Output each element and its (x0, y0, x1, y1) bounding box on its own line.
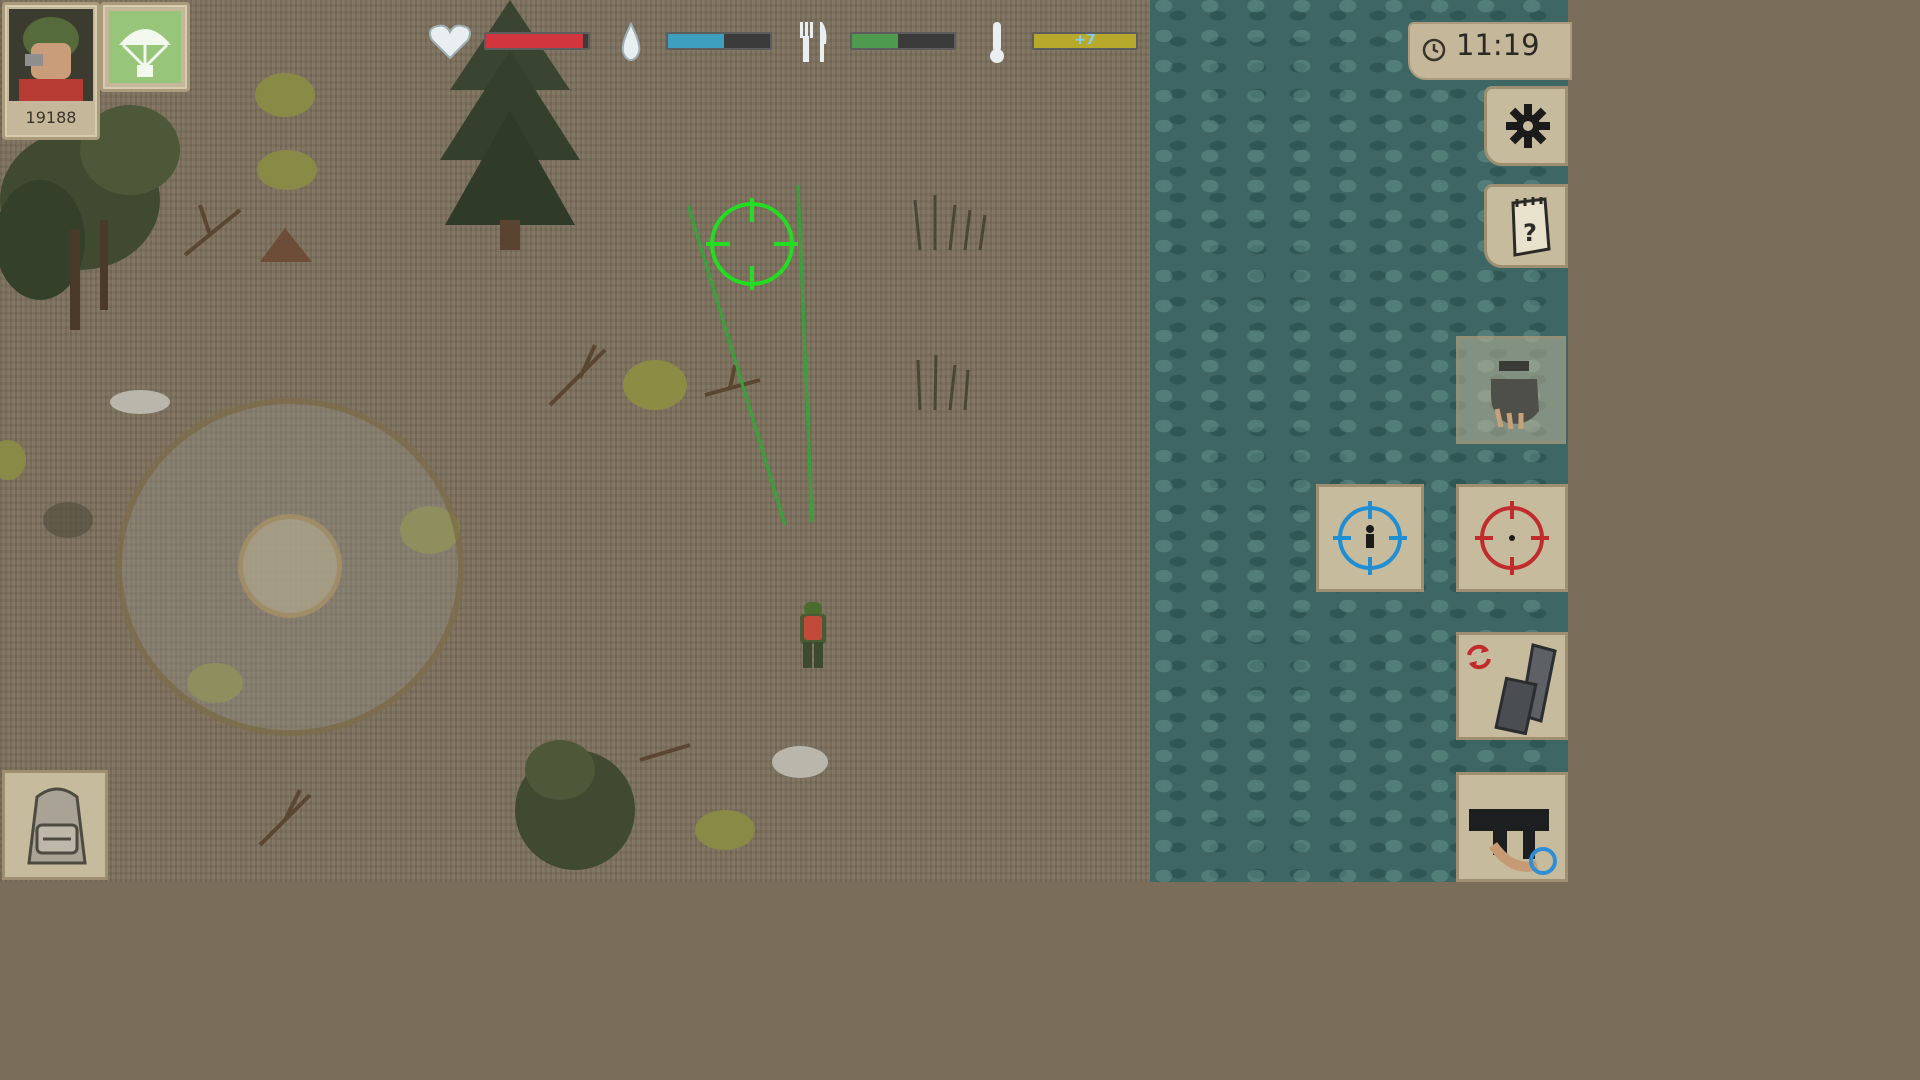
reload-button[interactable] (1456, 632, 1568, 740)
clock-icon (1422, 38, 1446, 62)
movement-joystick[interactable] (116, 398, 464, 736)
switch-weapon-button[interactable] (1456, 772, 1568, 882)
health-bar (484, 32, 590, 50)
aim-line-left (686, 204, 787, 526)
clock-time: 11:19 (1456, 28, 1540, 62)
settings-button[interactable] (1484, 86, 1568, 166)
aim-self-button[interactable] (1316, 484, 1424, 592)
temperature-bar: +7 (1032, 32, 1138, 50)
aim-line-right (796, 184, 814, 523)
reload-icon (1465, 643, 1493, 671)
backpack-button[interactable] (2, 770, 108, 880)
thirst-bar-fill (668, 34, 725, 48)
fork-knife-icon (796, 20, 832, 64)
avatar (9, 9, 93, 101)
player-score: 19188 (25, 108, 77, 127)
hand-icon (1481, 355, 1547, 431)
quests-button[interactable]: ? (1484, 184, 1568, 268)
health-bar-fill (486, 34, 583, 48)
rifle-switch-icon (1463, 785, 1563, 879)
parachute-icon (109, 11, 181, 83)
reload-weapon-icon (1493, 641, 1563, 736)
red-crosshair-icon (1473, 499, 1551, 577)
supply-drop-button[interactable] (100, 2, 190, 92)
blue-crosshair-icon (1331, 499, 1409, 577)
player-character (796, 602, 830, 670)
backpack-icon (19, 781, 95, 871)
temperature-value: +7 (1074, 32, 1096, 48)
svg-text:?: ? (1523, 219, 1537, 247)
gear-icon (1503, 101, 1553, 151)
clock-panel: 11:19 (1408, 22, 1572, 80)
interact-button[interactable] (1456, 336, 1566, 444)
thermometer-icon (984, 20, 1010, 64)
aim-reticle (706, 198, 798, 290)
aim-target-button[interactable] (1456, 484, 1568, 592)
notepad-icon: ? (1505, 197, 1553, 257)
joystick-thumb[interactable] (238, 514, 342, 618)
hunger-bar-fill (852, 34, 898, 48)
heart-icon (428, 22, 472, 60)
player-avatar-panel[interactable]: 19188 (2, 2, 100, 140)
thirst-bar (666, 32, 772, 50)
hunger-bar (850, 32, 956, 50)
water-drop-icon (618, 21, 644, 62)
